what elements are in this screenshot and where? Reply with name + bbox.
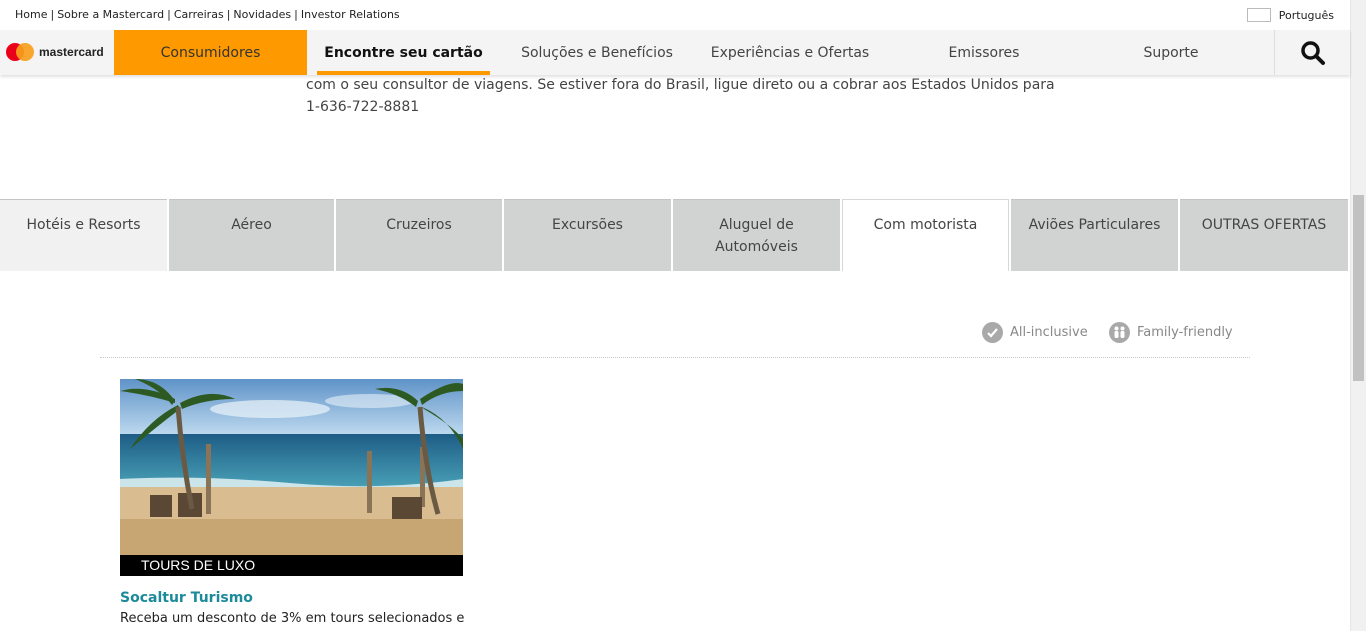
utility-bar: Home | Sobre a Mastercard | Carreiras | Novida… [0, 0, 1350, 30]
category-tabs: Hotéis e Resorts Aéreo Cruzeiros Excursõ… [0, 199, 1350, 271]
tab-avioes-particulares[interactable]: Aviões Particulares [1011, 199, 1178, 271]
divider [100, 357, 1250, 358]
tab-aereo[interactable]: Aéreo [169, 199, 334, 271]
search-button[interactable] [1274, 30, 1350, 75]
language-selector[interactable]: Português [1246, 8, 1334, 22]
offer-description: Receba um desconto de 3% em tours seleci… [120, 611, 465, 626]
tab-label: Aviões Particulares [1028, 217, 1161, 233]
logo-text: mastercard [39, 45, 104, 59]
tab-label: Com motorista [873, 217, 978, 233]
legend-all-inclusive-label: All-inclusive [1010, 325, 1088, 340]
tab-com-motorista[interactable]: Com motorista [842, 199, 1009, 271]
utility-links: Home | Sobre a Mastercard | Carreiras | Novida… [15, 8, 400, 21]
checkmark-icon [982, 322, 1003, 343]
tab-outras-ofertas[interactable]: OUTRAS OFERTAS [1180, 199, 1348, 271]
scrollbar-thumb[interactable] [1353, 195, 1364, 381]
tab-label-line-2: Automóveis [715, 239, 798, 255]
legend-family-friendly: Family-friendly [1109, 322, 1233, 343]
flag-icon [1246, 8, 1271, 22]
offer-title-link[interactable]: Socaltur Turismo [120, 590, 253, 606]
util-link-carreiras[interactable]: Carreiras [174, 8, 224, 21]
logo-orange-circle [16, 43, 34, 61]
util-link-investor[interactable]: Investor Relations [301, 8, 400, 21]
tab-label: Aluguel de Automóveis [715, 214, 798, 258]
tab-label: Excursões [552, 217, 623, 233]
tab-label: Cruzeiros [386, 217, 452, 233]
util-link-novidades[interactable]: Novidades [233, 8, 291, 21]
tab-aluguel-automoveis[interactable]: Aluguel de Automóveis [673, 199, 840, 271]
tab-label-line-1: Aluguel de [719, 217, 794, 233]
page-scrollbar[interactable] [1350, 0, 1366, 631]
offer-category-label: TOURS DE LUXO [120, 555, 463, 576]
intro-text: com o seu consultor de viagens. Se estiv… [306, 74, 1066, 118]
util-link-home[interactable]: Home [15, 8, 47, 21]
tab-label: Hotéis e Resorts [26, 217, 141, 233]
tab-label: Aéreo [231, 217, 272, 233]
beach-illustration [120, 379, 463, 555]
legend-all-inclusive: All-inclusive [982, 322, 1088, 343]
search-icon [1300, 40, 1325, 65]
language-label: Português [1278, 8, 1334, 22]
tab-label: OUTRAS OFERTAS [1201, 217, 1327, 233]
main-nav: mastercard Consumidores Encontre seu car… [0, 30, 1350, 75]
separator: | [167, 8, 171, 21]
intro-line-2: 1-636-722-8881 [306, 99, 420, 115]
nav-emissores[interactable]: Emissores [925, 30, 1043, 75]
separator: | [226, 8, 231, 21]
nav-suporte[interactable]: Suporte [1120, 30, 1222, 75]
intro-line-1: com o seu consultor de viagens. Se estiv… [306, 77, 1055, 93]
nav-consumidores[interactable]: Consumidores [114, 30, 307, 75]
separator: | [294, 8, 298, 21]
offer-image-beach[interactable] [120, 379, 463, 555]
nav-experiencias-ofertas[interactable]: Experiências e Ofertas [700, 30, 880, 75]
separator: | [50, 8, 55, 21]
legend-family-friendly-label: Family-friendly [1137, 325, 1233, 340]
family-icon [1109, 322, 1130, 343]
mastercard-logo[interactable]: mastercard [6, 43, 104, 61]
tab-hoteis-resorts[interactable]: Hotéis e Resorts [0, 199, 167, 271]
tab-excursoes[interactable]: Excursões [504, 199, 671, 271]
nav-solucoes-beneficios[interactable]: Soluções e Benefícios [505, 30, 689, 75]
util-link-sobre[interactable]: Sobre a Mastercard [57, 8, 164, 21]
tab-cruzeiros[interactable]: Cruzeiros [336, 199, 502, 271]
nav-encontre-seu-cartao[interactable]: Encontre seu cartão [317, 30, 490, 75]
